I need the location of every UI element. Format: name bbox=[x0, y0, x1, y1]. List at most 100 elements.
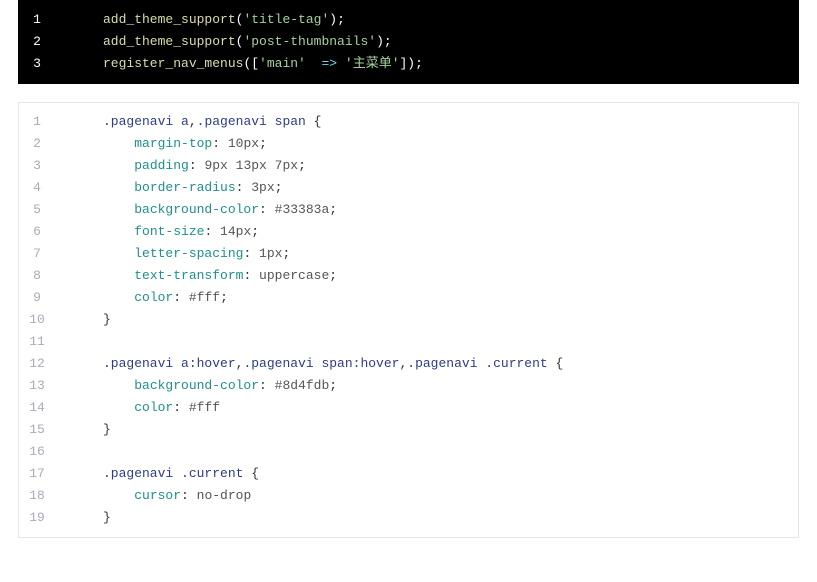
code-line: } bbox=[103, 419, 798, 441]
code-token: ([ bbox=[243, 56, 259, 71]
line-number: 9 bbox=[23, 287, 51, 309]
code-token bbox=[103, 180, 134, 195]
line-number: 7 bbox=[23, 243, 51, 265]
code-token: ]); bbox=[400, 56, 423, 71]
code-token: ; bbox=[329, 202, 337, 217]
code-token: border-radius bbox=[134, 180, 235, 195]
code-token bbox=[103, 268, 134, 283]
code-line: font-size: 14px; bbox=[103, 221, 798, 243]
code-line: add_theme_support('title-tag'); bbox=[103, 9, 798, 31]
line-number: 12 bbox=[23, 353, 51, 375]
code-token bbox=[103, 378, 134, 393]
code-token: => bbox=[321, 56, 337, 71]
code-token: 10px bbox=[228, 136, 259, 151]
code-line: color: #fff; bbox=[103, 287, 798, 309]
line-number: 11 bbox=[23, 331, 51, 353]
code-token: : bbox=[181, 488, 197, 503]
code-token: ; bbox=[329, 378, 337, 393]
code-token: ; bbox=[298, 158, 306, 173]
code-line: text-transform: uppercase; bbox=[103, 265, 798, 287]
code-token: 3px bbox=[251, 180, 274, 195]
line-number: 14 bbox=[23, 397, 51, 419]
code-token bbox=[103, 136, 134, 151]
code-token bbox=[103, 202, 134, 217]
code-line: color: #fff bbox=[103, 397, 798, 419]
code-token: : bbox=[259, 202, 275, 217]
code-line: .pagenavi .current { bbox=[103, 463, 798, 485]
code-token: ); bbox=[329, 12, 345, 27]
code-token bbox=[103, 224, 134, 239]
code-token: #fff bbox=[189, 400, 220, 415]
code-line: padding: 9px 13px 7px; bbox=[103, 155, 798, 177]
line-number: 3 bbox=[23, 53, 51, 75]
code-token bbox=[103, 158, 134, 173]
code-token: ; bbox=[220, 290, 228, 305]
line-number: 13 bbox=[23, 375, 51, 397]
code-token: .pagenavi span bbox=[197, 114, 314, 129]
code-token: text-transform bbox=[134, 268, 243, 283]
code-token: uppercase bbox=[259, 268, 329, 283]
code-content: .pagenavi a,.pagenavi span { margin-top:… bbox=[59, 111, 798, 529]
code-token: cursor bbox=[134, 488, 181, 503]
code-token: 'main' bbox=[259, 56, 306, 71]
code-token: : bbox=[243, 268, 259, 283]
code-token: { bbox=[251, 466, 259, 481]
line-number: 18 bbox=[23, 485, 51, 507]
code-token: .pagenavi .current bbox=[407, 356, 555, 371]
code-token: 1px bbox=[259, 246, 282, 261]
code-line: } bbox=[103, 309, 798, 331]
code-line: border-radius: 3px; bbox=[103, 177, 798, 199]
code-token: 14px bbox=[220, 224, 251, 239]
code-token bbox=[103, 488, 134, 503]
php-code-block: 123 add_theme_support('title-tag');add_t… bbox=[18, 0, 799, 84]
code-token: #fff bbox=[189, 290, 220, 305]
code-token: .pagenavi a:hover bbox=[103, 356, 236, 371]
line-number: 4 bbox=[23, 177, 51, 199]
code-token: .pagenavi span:hover bbox=[243, 356, 399, 371]
code-line: background-color: #8d4fdb; bbox=[103, 375, 798, 397]
code-token: #8d4fdb bbox=[275, 378, 330, 393]
line-number: 3 bbox=[23, 155, 51, 177]
line-number: 17 bbox=[23, 463, 51, 485]
code-token: margin-top bbox=[134, 136, 212, 151]
code-token: add_theme_support bbox=[103, 12, 236, 27]
line-number: 10 bbox=[23, 309, 51, 331]
code-token: 9px 13px 7px bbox=[204, 158, 298, 173]
code-token: : bbox=[173, 400, 189, 415]
code-token: { bbox=[556, 356, 564, 371]
code-line: .pagenavi a,.pagenavi span { bbox=[103, 111, 798, 133]
code-token: : bbox=[212, 136, 228, 151]
code-token: } bbox=[103, 312, 111, 327]
code-token: , bbox=[189, 114, 197, 129]
line-number: 5 bbox=[23, 199, 51, 221]
code-token: : bbox=[173, 290, 189, 305]
code-line: } bbox=[103, 507, 798, 529]
code-token: } bbox=[103, 510, 111, 525]
line-number: 15 bbox=[23, 419, 51, 441]
code-token: color bbox=[134, 290, 173, 305]
code-token: .pagenavi .current bbox=[103, 466, 251, 481]
line-number: 16 bbox=[23, 441, 51, 463]
line-number: 6 bbox=[23, 221, 51, 243]
code-token: ; bbox=[275, 180, 283, 195]
line-number: 1 bbox=[23, 9, 51, 31]
code-token: } bbox=[103, 422, 111, 437]
code-token: ; bbox=[329, 268, 337, 283]
code-line: margin-top: 10px; bbox=[103, 133, 798, 155]
code-token: 'post-thumbnails' bbox=[243, 34, 376, 49]
code-token: register_nav_menus bbox=[103, 56, 243, 71]
code-token: padding bbox=[134, 158, 189, 173]
code-line: background-color: #33383a; bbox=[103, 199, 798, 221]
code-token: background-color bbox=[134, 378, 259, 393]
code-line: register_nav_menus(['main' => '主菜单']); bbox=[103, 53, 798, 75]
code-token: .pagenavi a bbox=[103, 114, 189, 129]
code-token: color bbox=[134, 400, 173, 415]
code-token: ); bbox=[376, 34, 392, 49]
code-token: background-color bbox=[134, 202, 259, 217]
code-line: .pagenavi a:hover,.pagenavi span:hover,.… bbox=[103, 353, 798, 375]
code-token bbox=[103, 290, 134, 305]
code-token: ; bbox=[282, 246, 290, 261]
code-token: { bbox=[314, 114, 322, 129]
code-token: : bbox=[259, 378, 275, 393]
code-token: #33383a bbox=[275, 202, 330, 217]
